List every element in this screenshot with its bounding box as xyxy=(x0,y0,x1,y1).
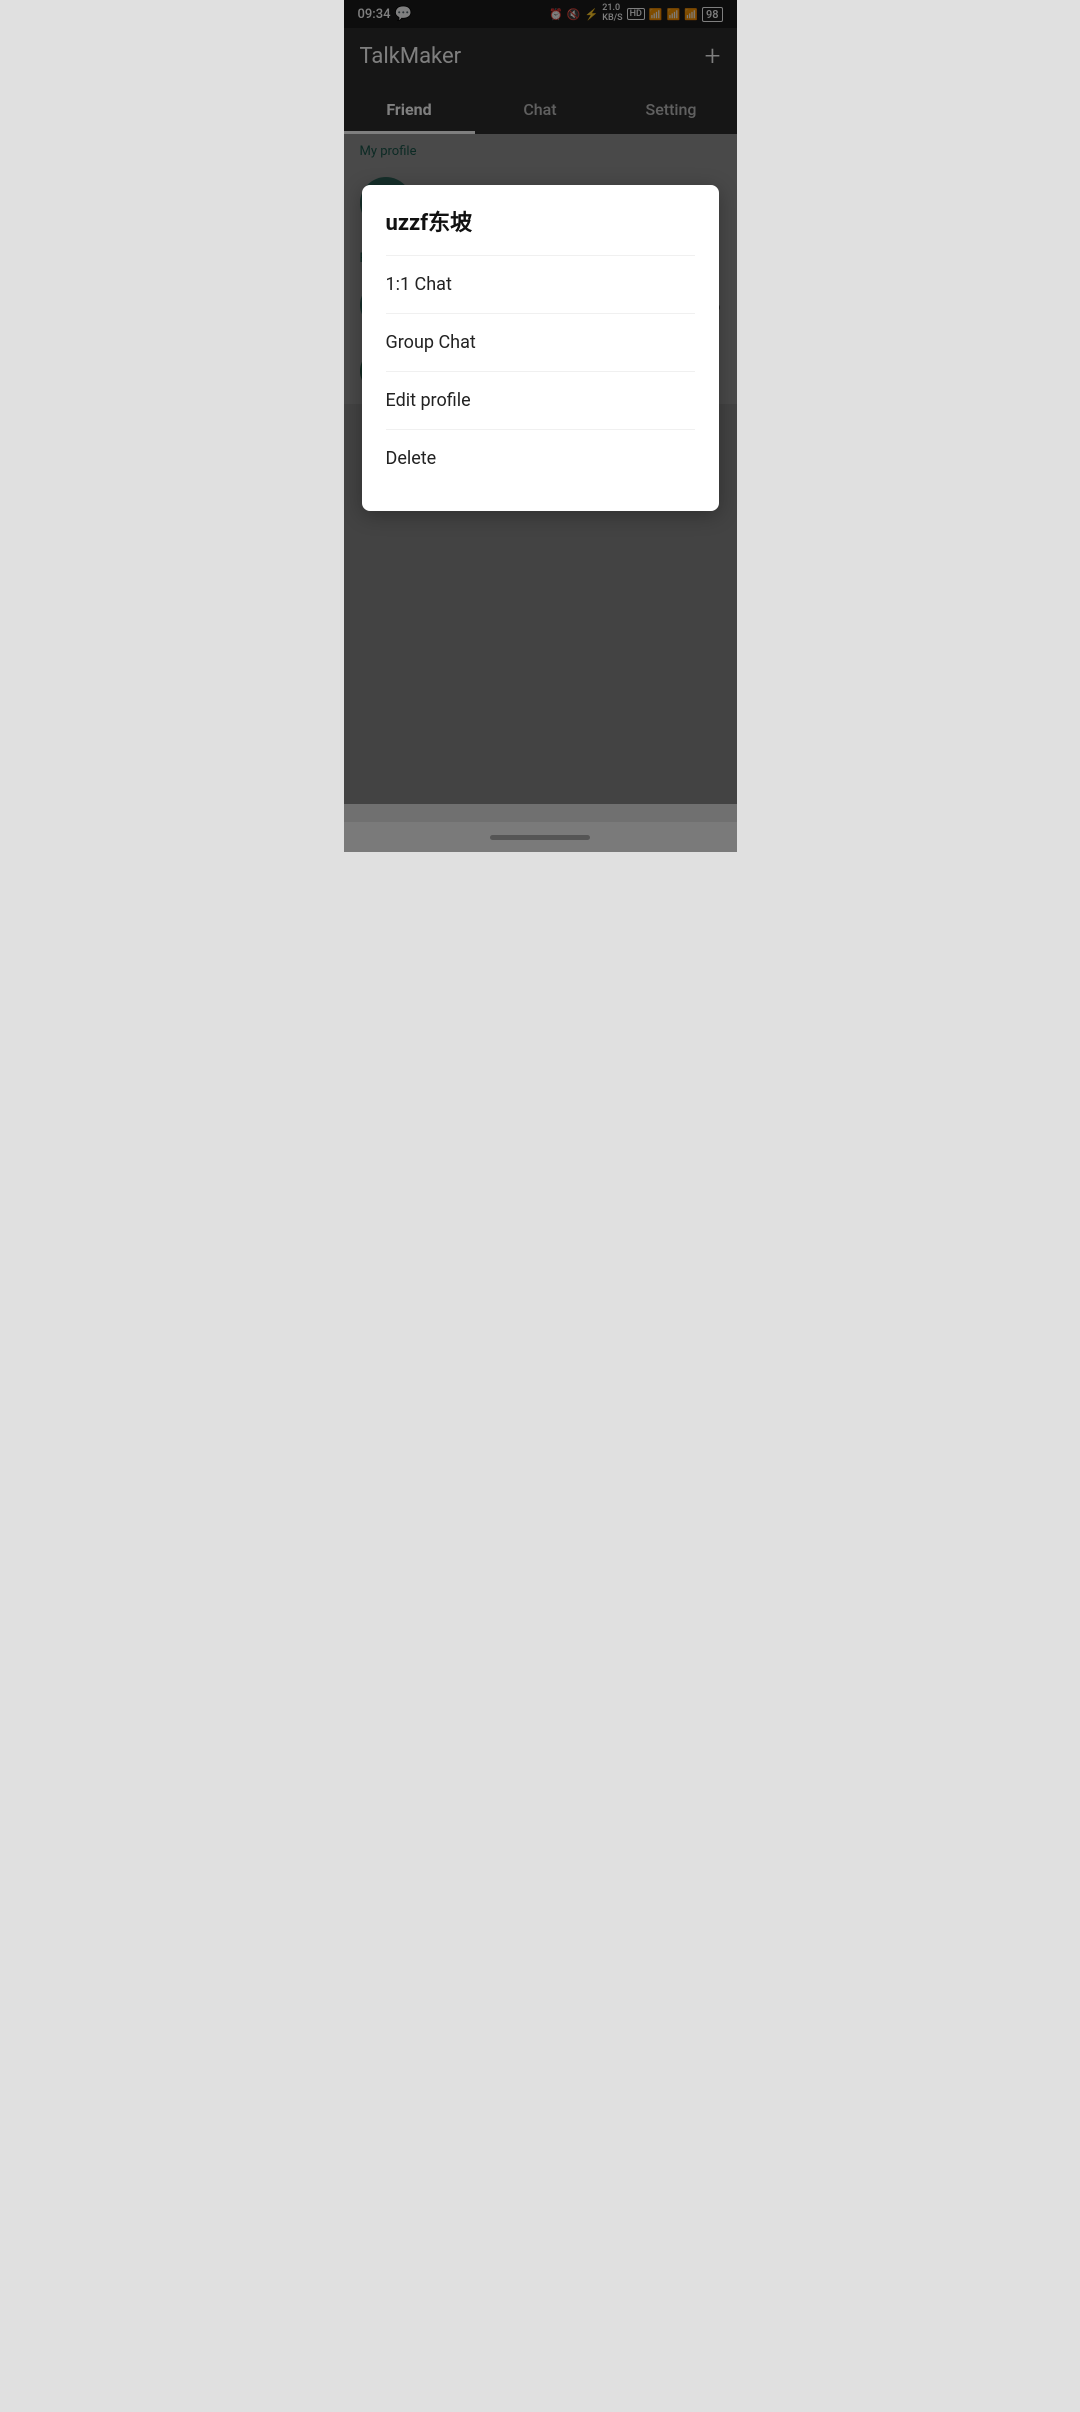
context-menu-title: uzzf东坡 xyxy=(386,205,695,237)
context-menu: uzzf东坡 1:1 Chat Group Chat Edit profile … xyxy=(362,185,719,511)
context-menu-item-group-chat[interactable]: Group Chat xyxy=(386,313,695,371)
context-menu-item-one-to-one-chat[interactable]: 1:1 Chat xyxy=(386,255,695,313)
context-menu-item-delete[interactable]: Delete xyxy=(386,429,695,487)
context-menu-item-edit-profile[interactable]: Edit profile xyxy=(386,371,695,429)
